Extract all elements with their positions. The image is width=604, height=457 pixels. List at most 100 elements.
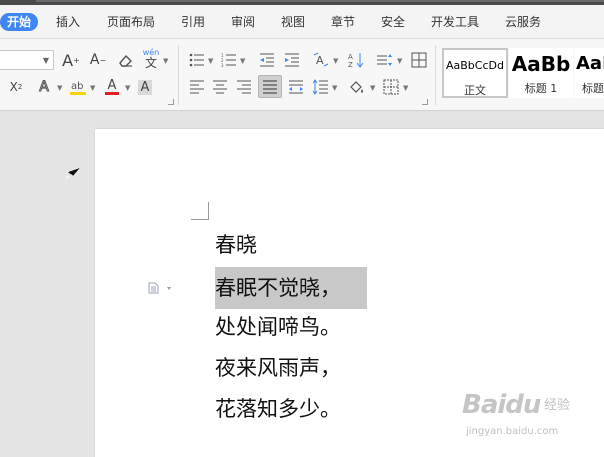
style-name: 标题 — [582, 82, 604, 95]
align-center-button[interactable] — [210, 77, 230, 97]
tab-page-layout[interactable]: 页面布局 — [107, 13, 155, 31]
style-heading-2[interactable]: AaB 标题 — [574, 48, 604, 98]
svg-text:A: A — [316, 54, 324, 67]
clear-format-button[interactable] — [114, 50, 136, 70]
increase-indent-icon — [285, 53, 299, 67]
chevron-down-icon: ▼ — [370, 84, 376, 92]
group-separator — [435, 45, 436, 105]
baidu-jingyan-watermark: Baidu 经验 jingyan.baidu.com — [462, 386, 602, 442]
chevron-down-icon: ▼ — [42, 56, 49, 65]
mouse-cursor-icon — [64, 164, 82, 188]
distributed-align-icon — [289, 80, 303, 94]
chevron-down-icon: ▼ — [240, 57, 246, 65]
text-effect-button[interactable]: A — [33, 77, 55, 97]
style-name: 正文 — [464, 84, 486, 97]
tab-security[interactable]: 安全 — [381, 13, 405, 31]
tab-references[interactable]: 引用 — [181, 13, 205, 31]
chevron-down-icon: ▼ — [163, 57, 169, 65]
shrink-font-button[interactable]: A − — [87, 50, 109, 70]
font-color-icon: A — [107, 78, 117, 93]
pinyin-icon: 文 — [144, 56, 157, 70]
text-direction-button[interactable]: A — [310, 50, 332, 70]
wps-writer-window: 开始 插入 页面布局 引用 审阅 视图 章节 安全 开发工具 云服务 ▼ A + … — [0, 0, 604, 457]
character-shading-icon: A — [137, 79, 153, 95]
table-border-button[interactable] — [409, 50, 429, 70]
watermark-url: jingyan.baidu.com — [466, 426, 559, 437]
grow-font-button[interactable]: A + — [60, 50, 82, 70]
line-spacing-button[interactable] — [311, 77, 331, 97]
poem-line-selected[interactable]: 春眠不觉晓， — [215, 267, 367, 309]
tab-cloud-services[interactable]: 云服务 — [505, 13, 541, 31]
eraser-icon — [119, 54, 132, 67]
chevron-down-icon: ▼ — [125, 84, 131, 92]
text-direction-icon: A — [313, 52, 329, 67]
tab-chapter[interactable]: 章节 — [331, 13, 355, 31]
chevron-down-icon: ▼ — [333, 57, 339, 65]
poem-line[interactable]: 花落知多少。 — [215, 394, 341, 424]
font-dialog-launcher[interactable] — [168, 99, 174, 105]
highlight-button[interactable]: ab — [67, 77, 89, 97]
borders-button[interactable] — [381, 77, 401, 97]
increase-indent-button[interactable] — [282, 50, 302, 70]
numbered-list-button[interactable]: 123 — [219, 50, 239, 70]
style-normal[interactable]: AaBbCcDd 正文 — [442, 48, 508, 98]
justify-icon — [263, 80, 277, 93]
tab-developer-tools[interactable]: 开发工具 — [431, 13, 479, 31]
highlighter-icon: ab — [70, 81, 86, 95]
pinyin-guide-button[interactable]: wén 文 — [140, 49, 162, 70]
subscript-button[interactable]: X2 — [4, 77, 28, 97]
line-spacing-icon — [313, 79, 328, 95]
paragraph-options-icon[interactable] — [148, 279, 176, 298]
bullet-list-button[interactable] — [187, 50, 207, 70]
paragraph-spacing-button[interactable] — [374, 50, 396, 70]
shrink-font-icon: A — [89, 52, 100, 68]
font-color-button[interactable]: A — [101, 77, 123, 97]
tab-insert[interactable]: 插入 — [56, 13, 80, 31]
bullet-list-icon — [189, 53, 204, 67]
subscript-icon: X — [9, 80, 18, 94]
poem-line[interactable]: 处处闻啼鸟。 — [215, 312, 341, 342]
paragraph-dialog-launcher[interactable] — [422, 99, 428, 105]
align-left-button[interactable] — [187, 77, 207, 97]
chevron-down-icon: ▼ — [332, 84, 338, 92]
justify-button[interactable] — [258, 75, 282, 98]
tab-review[interactable]: 审阅 — [231, 13, 255, 31]
grow-font-icon: A — [62, 50, 74, 70]
svg-text:Z: Z — [348, 61, 353, 68]
paint-bucket-icon — [350, 81, 363, 93]
chevron-down-icon: ▼ — [90, 84, 96, 92]
style-sample: AaBb — [511, 52, 571, 76]
group-separator — [178, 45, 179, 105]
tab-view[interactable]: 视图 — [281, 13, 305, 31]
watermark-brand: Baidu — [462, 390, 541, 420]
style-name: 标题 1 — [524, 82, 558, 95]
chevron-down-icon: ▼ — [403, 84, 409, 92]
numbered-list-icon: 123 — [221, 53, 236, 67]
svg-text:3: 3 — [221, 63, 224, 67]
svg-text:A: A — [348, 53, 353, 61]
style-sample: AaBbCcDd — [446, 59, 504, 72]
shading-button[interactable] — [346, 77, 368, 97]
tab-home[interactable]: 开始 — [0, 13, 39, 31]
decrease-indent-icon — [260, 53, 274, 67]
style-heading-1[interactable]: AaBb 标题 1 — [509, 48, 573, 98]
margin-crop-mark — [191, 202, 209, 220]
poem-line[interactable]: 夜来风雨声， — [215, 353, 341, 383]
svg-text:ab: ab — [71, 81, 83, 92]
align-right-button[interactable] — [234, 77, 254, 97]
align-center-icon — [213, 80, 227, 94]
menu-tab-bar: 开始 插入 页面布局 引用 审阅 视图 章节 安全 开发工具 云服务 — [0, 5, 604, 39]
poem-title[interactable]: 春晓 — [215, 230, 257, 260]
paragraph-spacing-icon — [377, 54, 392, 66]
text-effect-icon: A — [39, 79, 50, 96]
borders-icon — [383, 79, 399, 95]
sort-button[interactable]: AZ — [346, 50, 366, 70]
font-size-select[interactable]: ▼ — [0, 50, 54, 70]
align-left-icon — [190, 80, 204, 94]
character-shading-button[interactable]: A — [135, 77, 155, 97]
distributed-align-button[interactable] — [286, 77, 306, 97]
table-icon — [411, 52, 427, 68]
decrease-indent-button[interactable] — [257, 50, 277, 70]
chevron-down-icon: ▼ — [208, 57, 214, 65]
align-right-icon — [237, 80, 251, 94]
